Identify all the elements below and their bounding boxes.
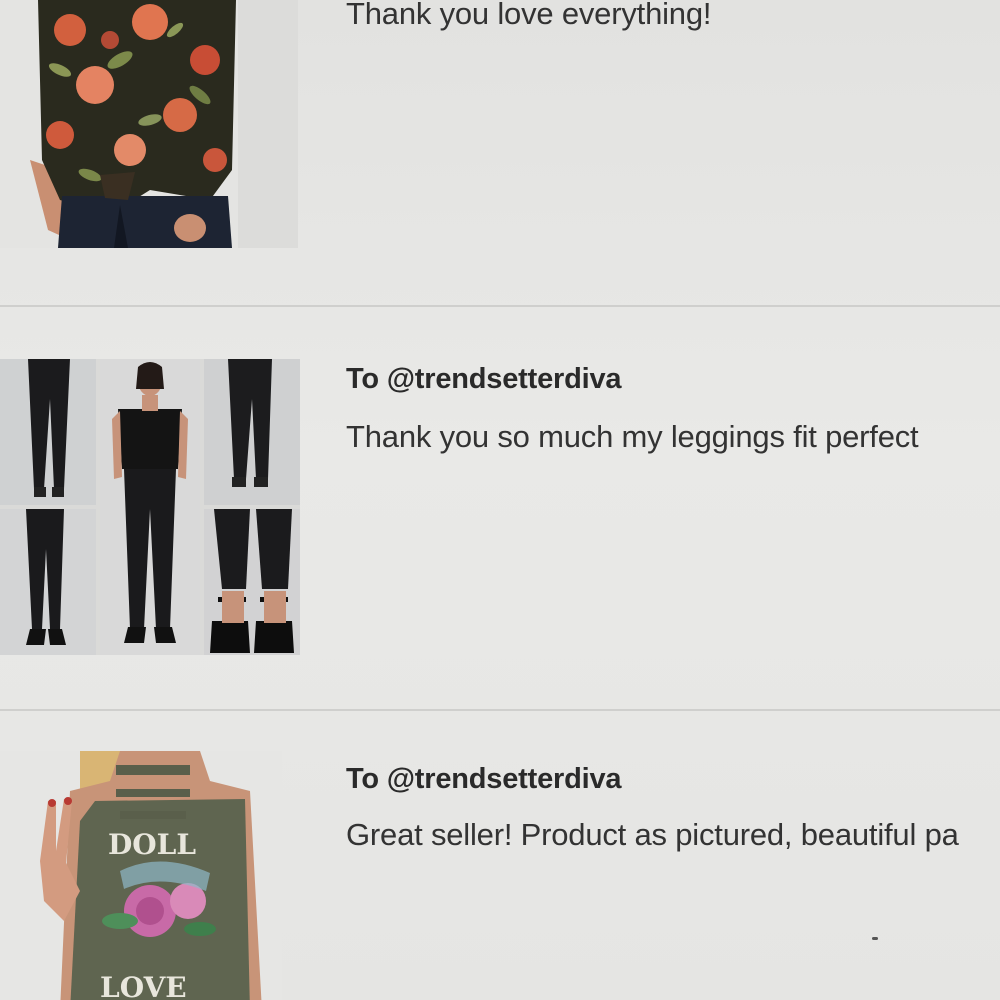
shirt-print-doll: DOLL bbox=[108, 828, 196, 861]
product-photo-floral-top[interactable] bbox=[0, 0, 298, 248]
review-recipient[interactable]: To @trendsetterdiva bbox=[346, 363, 622, 396]
review-item: Thank you love everything! bbox=[0, 0, 1000, 305]
product-photo-doll-love-tank[interactable]: DOLL LOVE bbox=[0, 751, 282, 1000]
review-message: Thank you so much my leggings fit perfec… bbox=[346, 419, 919, 454]
review-feed: Thank you love everything! To @trendsett… bbox=[0, 0, 1000, 1000]
review-message: Great seller! Product as pictured, beaut… bbox=[346, 817, 959, 852]
shirt-print-love: LOVE bbox=[100, 971, 187, 1000]
review-recipient[interactable]: To @trendsetterdiva bbox=[346, 763, 622, 796]
review-item: To @trendsetterdiva Thank you so much my… bbox=[0, 307, 1000, 940]
review-item: DOLL LOVE To @trendsetterdiva Great sell… bbox=[0, 711, 1000, 1000]
product-photo-leggings[interactable] bbox=[0, 359, 300, 655]
review-message: Thank you love everything! bbox=[346, 0, 712, 31]
